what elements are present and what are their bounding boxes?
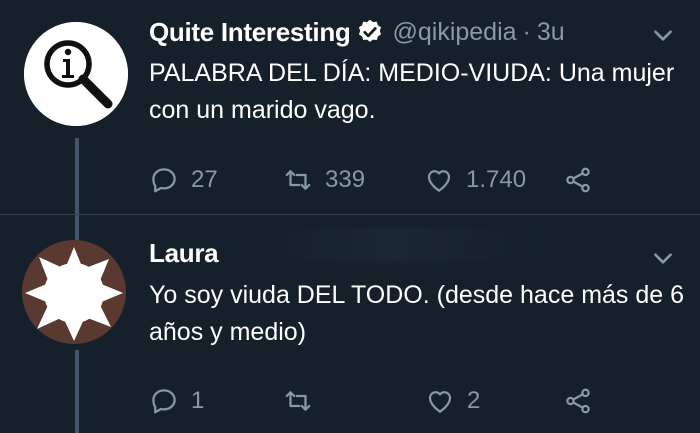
magnifier-info-icon xyxy=(24,22,128,126)
tweet-header: Quite Interesting @qikipedia · 3u xyxy=(149,16,565,48)
like-button[interactable]: 1.740 xyxy=(424,162,526,198)
tweet-qikipedia[interactable]: Quite Interesting @qikipedia · 3u PALABR… xyxy=(0,0,700,215)
verified-badge-icon xyxy=(356,18,384,46)
avatar[interactable] xyxy=(24,22,128,126)
share-button[interactable] xyxy=(563,383,593,419)
header-separator: · xyxy=(522,17,531,46)
retweet-button[interactable]: 339 xyxy=(283,162,365,198)
retweet-icon xyxy=(285,391,311,411)
display-name[interactable]: Laura xyxy=(149,238,219,269)
chevron-down-icon[interactable] xyxy=(650,245,676,271)
reply-count: 27 xyxy=(191,166,218,193)
tweet-text: PALABRA DEL DÍA: MEDIO-VIUDA: Una mujer … xyxy=(149,59,675,124)
reply-icon xyxy=(152,168,176,193)
user-handle[interactable]: @qikipedia xyxy=(392,18,516,47)
reply-icon xyxy=(152,389,176,414)
redaction-blur xyxy=(230,228,560,262)
tweet-actions: 1 2 xyxy=(149,383,619,419)
redacted-avatar xyxy=(22,240,126,344)
thread-connector-line xyxy=(75,350,79,433)
tweet-actions: 27 339 1.740 xyxy=(149,162,619,198)
heart-icon xyxy=(427,170,451,192)
like-count: 2 xyxy=(467,387,481,414)
display-name[interactable]: Quite Interesting xyxy=(149,17,351,48)
like-count: 1.740 xyxy=(466,166,527,193)
chevron-down-icon[interactable] xyxy=(650,22,676,48)
avatar[interactable] xyxy=(22,240,126,344)
tweet-text: Yo soy viuda DEL TODO. (desde hace más d… xyxy=(149,281,685,346)
reply-button[interactable]: 27 xyxy=(149,162,218,198)
tweet-timestamp[interactable]: 3u xyxy=(537,18,565,47)
tweet-laura[interactable]: Laura Yo soy viuda DEL TODO. (desde hace… xyxy=(0,215,700,433)
heart-icon xyxy=(428,391,452,413)
reply-button[interactable]: 1 xyxy=(149,383,204,419)
like-button[interactable]: 2 xyxy=(425,383,480,419)
share-icon xyxy=(566,167,590,193)
share-button[interactable] xyxy=(563,162,593,198)
retweet-button[interactable] xyxy=(283,383,325,419)
thread-connector-line xyxy=(75,138,79,215)
share-icon xyxy=(566,388,590,414)
retweet-count: 339 xyxy=(325,166,366,193)
tweet-header: Laura xyxy=(149,237,219,269)
reply-count: 1 xyxy=(191,387,205,414)
retweet-icon xyxy=(285,170,311,190)
